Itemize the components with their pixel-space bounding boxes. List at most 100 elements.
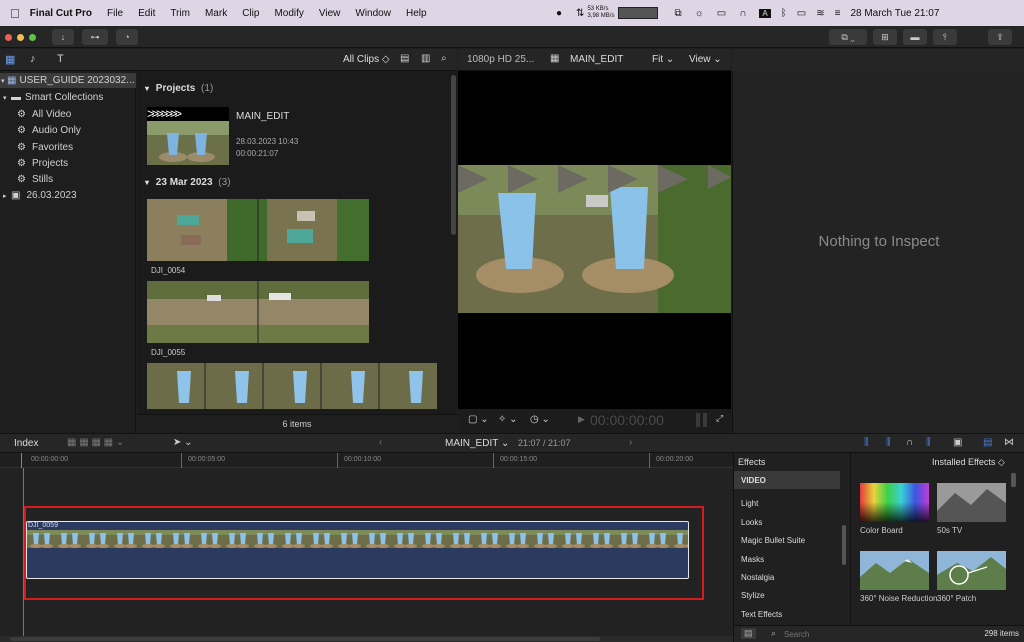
effects-browser-icon[interactable]: ▤ xyxy=(983,437,992,448)
sidebar-toggle-icon[interactable]: ▤ xyxy=(741,628,756,639)
category-scrollbar[interactable] xyxy=(842,525,846,565)
timeline-ruler[interactable]: 00:00:00:00 00:00:05:00 00:00:10:00 00:0… xyxy=(0,453,733,468)
speed-icon[interactable]: ◷ ⌄ xyxy=(530,414,550,425)
effects-category[interactable]: Nostalgia xyxy=(734,568,840,586)
window-zoom-button[interactable] xyxy=(29,34,36,41)
project-thumbnail[interactable]: >>>>>>> xyxy=(147,107,229,165)
effects-scrollbar[interactable] xyxy=(1011,473,1016,487)
menu-window[interactable]: Window xyxy=(355,8,391,19)
menu-help[interactable]: Help xyxy=(406,8,427,19)
effect-color-board-thumbnail[interactable] xyxy=(860,483,929,522)
effects-category[interactable]: Light xyxy=(734,494,840,512)
menu-trim[interactable]: Trim xyxy=(170,8,190,19)
menu-app-name[interactable]: Final Cut Pro xyxy=(30,8,92,19)
collection-audio-only[interactable]: ⚙ Audio Only xyxy=(0,123,136,138)
menu-edit[interactable]: Edit xyxy=(138,8,155,19)
browser-scrollbar[interactable] xyxy=(451,75,456,235)
control-center-icon[interactable]: ≡ xyxy=(835,8,841,19)
menu-clip[interactable]: Clip xyxy=(242,8,259,19)
bluetooth-icon[interactable]: ᛒ xyxy=(781,8,787,19)
clip-appearance-icon[interactable]: ▣ xyxy=(953,437,962,448)
history-forward-icon[interactable]: › xyxy=(629,437,632,448)
screen-mirror-icon[interactable]: ⧉ xyxy=(674,8,681,19)
disclosure-down-icon[interactable]: ▾ xyxy=(145,84,149,93)
smart-collections-row[interactable]: ▾ ▬ Smart Collections xyxy=(0,90,136,105)
background-tasks-button[interactable]: ◔ xyxy=(116,29,138,45)
viewer-timecode[interactable]: 00:00:00:00 xyxy=(590,412,664,428)
battery-icon[interactable]: ▭ xyxy=(797,8,806,19)
effects-category[interactable]: Masks xyxy=(734,550,840,568)
activity-graph-icon[interactable] xyxy=(618,7,659,19)
fullscreen-icon[interactable]: ⤢ xyxy=(716,413,723,424)
transitions-browser-icon[interactable]: ⋈ xyxy=(1004,437,1014,448)
window-close-button[interactable] xyxy=(5,34,12,41)
menu-view[interactable]: View xyxy=(319,8,341,19)
disclosure-right-icon[interactable]: ▸ xyxy=(3,192,9,200)
workspace-button[interactable]: ⧉ ⌄ xyxy=(829,29,867,45)
display-icon[interactable]: ▭ xyxy=(717,8,726,19)
collection-favorites[interactable]: ⚙ Favorites xyxy=(0,140,136,155)
solo-icon[interactable]: ∩ xyxy=(906,437,913,448)
event-section-header[interactable]: ▾ 23 Mar 2023 (3) xyxy=(145,177,231,188)
input-source-icon[interactable]: A xyxy=(759,8,771,18)
index-button[interactable]: Index xyxy=(14,438,38,449)
titles-icon[interactable]: T xyxy=(57,53,64,65)
collection-all-video[interactable]: ⚙ All Video xyxy=(0,107,136,122)
share-button[interactable]: ⇪ xyxy=(988,29,1012,45)
timeline-scroll-thumb[interactable] xyxy=(10,637,600,641)
installed-effects-menu[interactable]: Installed Effects ◇ xyxy=(932,457,1005,468)
wand-icon[interactable]: ✧ ⌄ xyxy=(498,414,518,425)
brightness-icon[interactable]: ☼ xyxy=(695,8,704,19)
photos-icon[interactable]: ♪ xyxy=(30,53,36,65)
timeline-scrollbar[interactable] xyxy=(0,636,733,642)
clip-filmstrip[interactable] xyxy=(147,199,369,261)
effect-noise-reduction-thumbnail[interactable] xyxy=(860,551,929,590)
window-minimize-button[interactable] xyxy=(17,34,24,41)
clip-filmstrip[interactable] xyxy=(147,363,437,409)
effects-category[interactable]: Looks xyxy=(734,513,840,531)
effects-category[interactable]: Magic Bullet Suite xyxy=(734,531,840,549)
timeline-clip[interactable]: DJI_0059 xyxy=(26,521,689,579)
filmstrip-icon[interactable]: ▤ xyxy=(400,53,409,64)
effects-category[interactable]: Stylize xyxy=(734,586,840,604)
import-button[interactable]: ↓ xyxy=(52,29,74,45)
audio-skimming-icon[interactable]: ⫼ xyxy=(886,437,891,448)
libraries-icon[interactable]: ▦ xyxy=(5,53,15,66)
projects-section-header[interactable]: ▾ Projects (1) xyxy=(145,83,213,94)
event-row[interactable]: ▸ ▣ 26.03.2023 xyxy=(0,188,136,203)
search-icon[interactable]: ⌕ xyxy=(441,53,447,64)
transform-icon[interactable]: ▢ ⌄ xyxy=(468,414,489,425)
history-back-icon[interactable]: ‹ xyxy=(379,437,382,448)
wifi-icon[interactable]: ≋ xyxy=(816,8,824,19)
inspector-toggle-button[interactable]: ⫯ xyxy=(933,29,957,45)
edit-buttons-icon[interactable]: ▦ ▦ ▦ ▦ ⌄ xyxy=(67,437,124,448)
clock[interactable]: 28 March Tue 21:07 xyxy=(850,8,939,19)
keyword-button[interactable]: ⊶ xyxy=(82,29,108,45)
play-icon[interactable]: ▶ xyxy=(578,414,585,425)
menu-file[interactable]: File xyxy=(107,8,123,19)
snapping-icon[interactable]: ⫼ xyxy=(926,437,931,448)
timeline-toggle-button[interactable]: ▬ xyxy=(903,29,927,45)
effect-360-patch-thumbnail[interactable] xyxy=(937,551,1006,590)
disclosure-down-icon[interactable]: ▾ xyxy=(145,178,149,187)
menu-mark[interactable]: Mark xyxy=(205,8,227,19)
effects-category-video[interactable]: VIDEO xyxy=(734,471,840,489)
timeline[interactable]: DJI_0059 xyxy=(0,468,733,642)
clip-filter[interactable]: All Clips ◇ xyxy=(343,54,390,65)
collection-projects[interactable]: ⚙ Projects xyxy=(0,156,136,171)
effects-search-input[interactable] xyxy=(784,628,934,641)
apple-icon[interactable]:  xyxy=(10,6,20,21)
app-status-icon[interactable]: ● xyxy=(556,8,562,19)
select-tool-icon[interactable]: ➤ ⌄ xyxy=(173,437,193,448)
viewer[interactable] xyxy=(458,71,731,409)
browser-toggle-button[interactable]: ⊞ xyxy=(873,29,897,45)
view-menu[interactable]: View ⌄ xyxy=(689,54,722,65)
zoom-fit-menu[interactable]: Fit ⌄ xyxy=(652,54,674,65)
headphones-icon[interactable]: ∩ xyxy=(739,8,746,19)
collection-stills[interactable]: ⚙ Stills xyxy=(0,172,136,187)
effects-category[interactable]: Text Effects xyxy=(734,605,840,623)
video-format[interactable]: 1080p HD 25... xyxy=(467,54,534,65)
menu-modify[interactable]: Modify xyxy=(274,8,303,19)
clip-filmstrip[interactable] xyxy=(147,281,369,343)
skimming-icon[interactable]: ⫼ xyxy=(864,437,869,448)
